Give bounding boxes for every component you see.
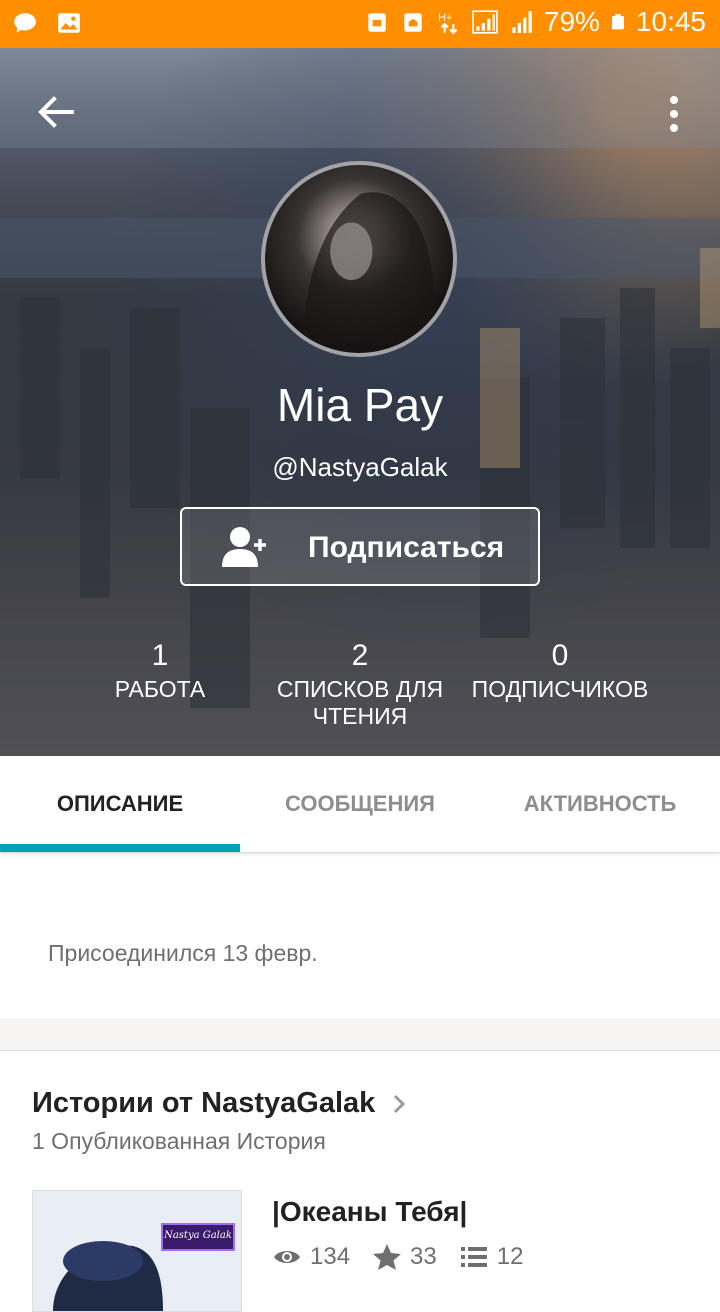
stat-label: ПОДПИСЧИКОВ (471, 676, 649, 702)
battery-icon (611, 14, 624, 30)
tab-about[interactable]: ОПИСАНИЕ (0, 756, 240, 852)
list-icon (460, 1247, 487, 1267)
image-icon (58, 13, 80, 33)
data-icon: H+ (438, 12, 458, 35)
votes-count: 33 (410, 1243, 437, 1270)
eye-icon (274, 1251, 300, 1263)
tab-indicator (0, 844, 240, 852)
profile-name: Mia Pay (276, 379, 444, 431)
views-count: 134 (310, 1243, 351, 1270)
cover-watermark: Nastya Galak (161, 1223, 235, 1251)
avatar[interactable] (261, 161, 457, 357)
stat-value: 2 (351, 639, 369, 672)
stories-count: 1 Опубликованная История (32, 1128, 326, 1154)
story-stats: 134 33 12 (272, 1242, 545, 1272)
battery-percent: 79% (543, 6, 600, 37)
joined-date: Присоединился 13 февр. (48, 940, 318, 966)
stat-value: 1 (151, 639, 169, 672)
profile-handle: @NastyaGalak (272, 452, 448, 482)
svg-text:H+: H+ (438, 12, 452, 24)
star-icon (373, 1244, 402, 1270)
chat-bubble-icon (14, 13, 36, 33)
more-vert-icon[interactable] (654, 86, 694, 142)
follow-button[interactable]: Подписаться (180, 507, 540, 586)
section-divider (0, 1018, 720, 1051)
signal-icon (512, 11, 532, 33)
back-arrow-icon[interactable] (28, 84, 84, 140)
stories-header[interactable]: Истории от NastyaGalak (32, 1087, 413, 1120)
tab-activity[interactable]: АКТИВНОСТЬ (480, 756, 720, 852)
stat-label-line2: ЧТЕНИЯ (312, 703, 408, 729)
home-icon (404, 13, 422, 32)
follow-label: Подписаться (308, 531, 505, 564)
story-title[interactable]: |Океаны Тебя| (272, 1196, 467, 1228)
signal-icon (472, 10, 498, 34)
story-cover[interactable]: Nastya Galak (32, 1190, 242, 1312)
add-person-icon (222, 527, 266, 567)
stat-reading-lists[interactable]: 2 СПИСКОВ ДЛЯ ЧТЕНИЯ (260, 636, 460, 730)
stat-label: РАБОТА (114, 676, 206, 702)
status-bar: H+ 79% 10:45 (0, 0, 720, 48)
chevron-right-icon (394, 1094, 406, 1113)
profile-tabs: ОПИСАНИЕ СООБЩЕНИЯ АКТИВНОСТЬ (0, 756, 720, 853)
parts-count: 12 (496, 1243, 524, 1270)
clock: 10:45 (635, 6, 706, 37)
android-icon (368, 13, 386, 32)
stories-title: Истории от NastyaGalak (32, 1087, 376, 1119)
stat-followers[interactable]: 0 ПОДПИСЧИКОВ (460, 636, 660, 703)
stat-works[interactable]: 1 РАБОТА (60, 636, 260, 703)
tab-messages[interactable]: СООБЩЕНИЯ (240, 756, 480, 852)
stat-value: 0 (551, 639, 569, 672)
stat-label: СПИСКОВ ДЛЯ (276, 676, 444, 702)
profile-header: Mia Pay @NastyaGalak Подписаться 1 РАБОТ… (0, 48, 720, 756)
